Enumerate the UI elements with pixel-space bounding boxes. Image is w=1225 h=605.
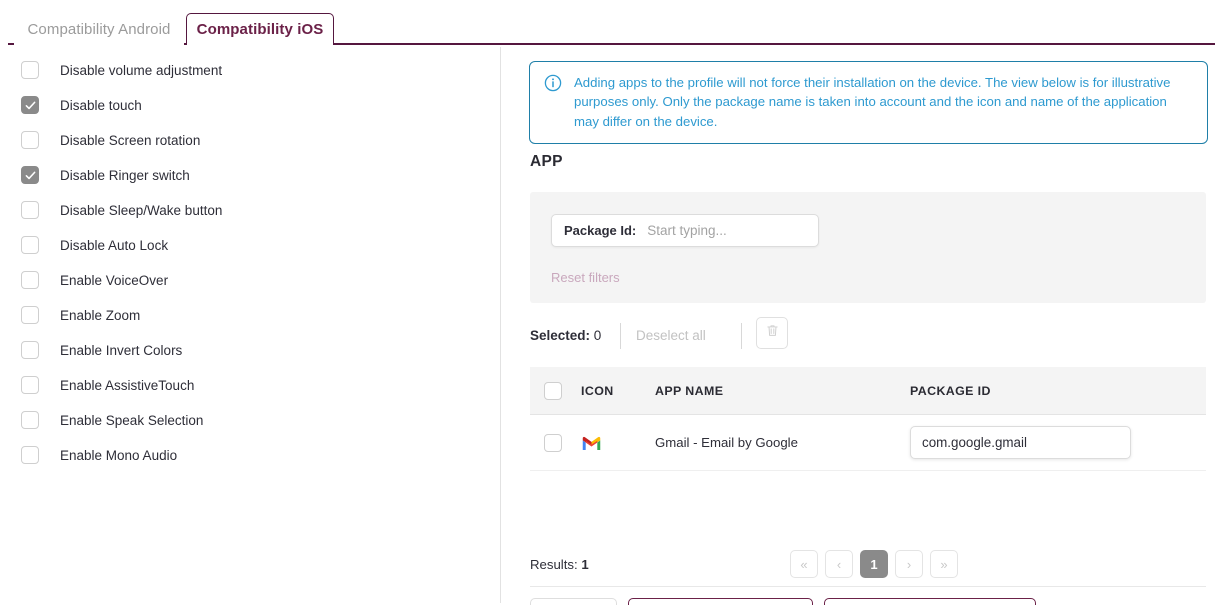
restriction-item-disable-touch[interactable]: Disable touch [21, 95, 142, 115]
restriction-label: Disable Sleep/Wake button [60, 202, 223, 218]
app-section-title: APP [530, 153, 563, 170]
tab-compatibility-ios[interactable]: Compatibility iOS [186, 13, 334, 48]
pagination: « ‹ 1 › » [790, 550, 958, 578]
tab-bar: Compatibility Android Compatibility iOS [0, 0, 1225, 48]
results-value: 1 [581, 557, 589, 572]
restriction-item-disable-sleep-wake-button[interactable]: Disable Sleep/Wake button [21, 200, 222, 220]
restriction-item-disable-auto-lock[interactable]: Disable Auto Lock [21, 235, 168, 255]
checkbox[interactable] [21, 376, 39, 394]
select-all-checkbox[interactable] [544, 381, 562, 400]
checkbox[interactable] [21, 236, 39, 254]
delete-selected-button[interactable] [756, 317, 788, 349]
checkbox[interactable] [21, 446, 39, 464]
check-icon [25, 171, 35, 179]
table-header-row: ICON APP NAME PACKAGE ID [530, 367, 1206, 415]
restriction-label: Enable Invert Colors [60, 342, 183, 358]
restriction-item-enable-zoom[interactable]: Enable Zoom [21, 305, 140, 325]
results-label: Results: [530, 557, 578, 572]
restriction-label: Disable Screen rotation [60, 132, 201, 148]
deselect-all-button[interactable]: Deselect all [636, 328, 706, 343]
pagination-next-button[interactable]: › [895, 550, 923, 578]
package-id-filter-field[interactable]: Package Id: [551, 214, 819, 247]
pagination-last-button[interactable]: » [930, 550, 958, 578]
restriction-item-disable-volume-adjustment[interactable]: Disable volume adjustment [21, 60, 222, 80]
clear-list-button[interactable]: Clear list [530, 598, 617, 605]
restrictions-panel: Disable volume adjustment Disable touch … [0, 45, 500, 605]
toolbar-divider [620, 323, 621, 349]
checkbox[interactable] [21, 306, 39, 324]
checkbox[interactable] [21, 411, 39, 429]
info-circle-icon [544, 74, 562, 92]
column-header-icon: ICON [581, 383, 614, 398]
tab-compatibility-android[interactable]: Compatibility Android [14, 13, 184, 45]
checkbox[interactable] [21, 201, 39, 219]
selection-toolbar: Selected: 0 Deselect all [530, 317, 1206, 359]
package-id-filter-input[interactable] [645, 222, 806, 239]
restriction-label: Disable volume adjustment [60, 62, 223, 78]
checkbox[interactable] [21, 61, 39, 79]
pagination-page-1-button[interactable]: 1 [860, 550, 888, 578]
column-header-app-name: APP NAME [655, 383, 724, 398]
gmail-icon [581, 435, 655, 451]
restriction-item-disable-screen-rotation[interactable]: Disable Screen rotation [21, 130, 200, 150]
selected-count-text: Selected: 0 [530, 328, 601, 343]
restriction-label: Disable touch [60, 97, 142, 113]
pagination-prev-button[interactable]: ‹ [825, 550, 853, 578]
column-header-package-id: PACKAGE ID [910, 383, 991, 398]
trash-icon [765, 323, 780, 343]
check-icon [25, 101, 35, 109]
row-checkbox[interactable] [544, 433, 562, 452]
app-panel: Adding apps to the profile will not forc… [500, 45, 1225, 605]
row-select-cell [530, 433, 581, 452]
checkbox[interactable] [21, 341, 39, 359]
select-all-cell [530, 381, 581, 400]
add-applications-from-system-button[interactable]: Add applications from system [824, 598, 1036, 605]
add-application-manually-button[interactable]: Add application manually [627, 598, 814, 605]
restriction-item-enable-invert-colors[interactable]: Enable Invert Colors [21, 340, 182, 360]
action-buttons: Clear list Add application manually Add … [530, 598, 1036, 605]
info-alert: Adding apps to the profile will not forc… [529, 61, 1208, 145]
table-row[interactable]: Gmail - Email by Google [530, 415, 1206, 471]
apps-table: ICON APP NAME PACKAGE ID Gmail - Email b… [530, 367, 1206, 471]
checkbox[interactable] [21, 271, 39, 289]
tab-label: Compatibility Android [27, 20, 171, 38]
restriction-label: Enable Zoom [60, 307, 141, 323]
row-package-id-input[interactable] [910, 426, 1131, 459]
tab-label: Compatibility iOS [196, 21, 324, 38]
row-app-name: Gmail - Email by Google [655, 435, 798, 450]
filter-panel: Package Id: Reset filters [530, 192, 1206, 303]
restriction-item-enable-voiceover[interactable]: Enable VoiceOver [21, 270, 168, 290]
restriction-label: Enable VoiceOver [60, 272, 169, 288]
selected-label: Selected: [530, 328, 591, 343]
checkbox[interactable] [21, 96, 39, 114]
pagination-first-button[interactable]: « [790, 550, 818, 578]
restriction-item-enable-speak-selection[interactable]: Enable Speak Selection [21, 410, 203, 430]
restriction-label: Enable AssistiveTouch [60, 377, 195, 393]
package-id-filter-label: Package Id: [564, 223, 637, 238]
toolbar-divider [741, 323, 742, 349]
restriction-item-enable-mono-audio[interactable]: Enable Mono Audio [21, 445, 177, 465]
actions-divider [530, 586, 1206, 587]
restriction-label: Disable Auto Lock [60, 237, 169, 253]
restriction-item-enable-assistivetouch[interactable]: Enable AssistiveTouch [21, 375, 194, 395]
restriction-label: Disable Ringer switch [60, 167, 190, 183]
info-alert-text: Adding apps to the profile will not forc… [574, 75, 1171, 129]
checkbox[interactable] [21, 131, 39, 149]
reset-filters-link[interactable]: Reset filters [551, 270, 620, 285]
row-icon-cell [581, 435, 655, 451]
restriction-label: Enable Speak Selection [60, 412, 204, 428]
page-root: Compatibility Android Compatibility iOS … [0, 0, 1225, 605]
selected-count: 0 [593, 328, 602, 343]
restriction-item-disable-ringer-switch[interactable]: Disable Ringer switch [21, 165, 190, 185]
results-count: Results: 1 [530, 557, 589, 572]
checkbox[interactable] [21, 166, 39, 184]
row-package-id-cell [910, 426, 1206, 459]
restriction-label: Enable Mono Audio [60, 447, 178, 463]
